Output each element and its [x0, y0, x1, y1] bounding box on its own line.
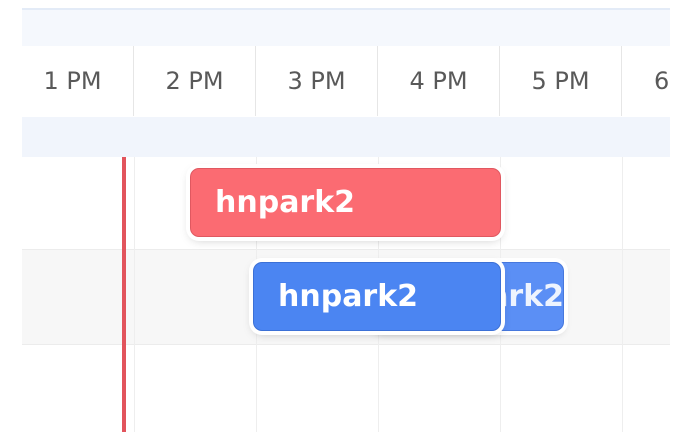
- all-day-band: [22, 117, 670, 157]
- event-bar[interactable]: hnpark2: [190, 168, 501, 237]
- current-time-indicator: [122, 157, 126, 432]
- event-bar[interactable]: hnpark2: [253, 262, 501, 331]
- hour-header-1pm: 1 PM: [12, 46, 134, 116]
- hour-header-3pm: 3 PM: [256, 46, 378, 116]
- event-label: hnpark2: [215, 185, 356, 220]
- scheduler-timeline: 1 PM 2 PM 3 PM 4 PM 5 PM 6 hnpark2 hnpar…: [0, 0, 685, 432]
- timeline-header: 1 PM 2 PM 3 PM 4 PM 5 PM 6: [22, 46, 670, 116]
- grid-line: [622, 157, 623, 432]
- top-band: [22, 8, 670, 46]
- resource-row[interactable]: [22, 345, 670, 432]
- hour-header-5pm: 5 PM: [500, 46, 622, 116]
- grid-line: [134, 157, 135, 432]
- event-label: hnpark2: [278, 279, 419, 314]
- hour-header-4pm: 4 PM: [378, 46, 500, 116]
- hour-header-2pm: 2 PM: [134, 46, 256, 116]
- hour-header-6pm: 6: [654, 67, 670, 95]
